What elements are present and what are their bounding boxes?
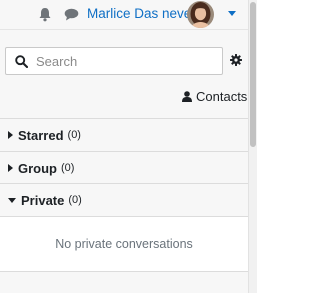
caret-down-icon (8, 197, 16, 203)
bell-icon[interactable] (38, 7, 52, 22)
message-drawer: Contacts Starred (0) Group (0) Private (… (0, 30, 248, 293)
user-icon (182, 91, 192, 102)
empty-message: No private conversations (55, 237, 193, 251)
contacts-link[interactable]: Contacts (182, 89, 247, 104)
section-title: Starred (18, 127, 64, 143)
section-title: Group (18, 160, 57, 176)
avatar[interactable] (187, 1, 214, 28)
search-input[interactable] (36, 51, 216, 71)
caret-right-icon (8, 131, 13, 139)
section-count: (0) (68, 194, 82, 206)
caret-right-icon (8, 164, 13, 172)
top-navbar: Marlice Das neves (0, 0, 248, 30)
section-starred[interactable]: Starred (0) (0, 118, 248, 151)
scrollbar-thumb[interactable] (250, 2, 256, 147)
search-icon (15, 55, 28, 68)
search-field[interactable] (5, 47, 223, 75)
section-title: Private (21, 192, 65, 208)
section-group[interactable]: Group (0) (0, 151, 248, 184)
contacts-label: Contacts (196, 89, 248, 104)
caret-down-icon[interactable] (228, 11, 236, 16)
user-name[interactable]: Marlice Das neves (87, 6, 198, 21)
section-count: (0) (61, 162, 75, 174)
gear-icon[interactable] (230, 54, 242, 66)
section-count: (0) (67, 129, 81, 141)
section-private[interactable]: Private (0) (0, 183, 248, 216)
private-conversations-list: No private conversations (0, 216, 248, 272)
chat-bubble-icon[interactable] (64, 8, 79, 21)
scrollbar[interactable] (248, 0, 257, 293)
